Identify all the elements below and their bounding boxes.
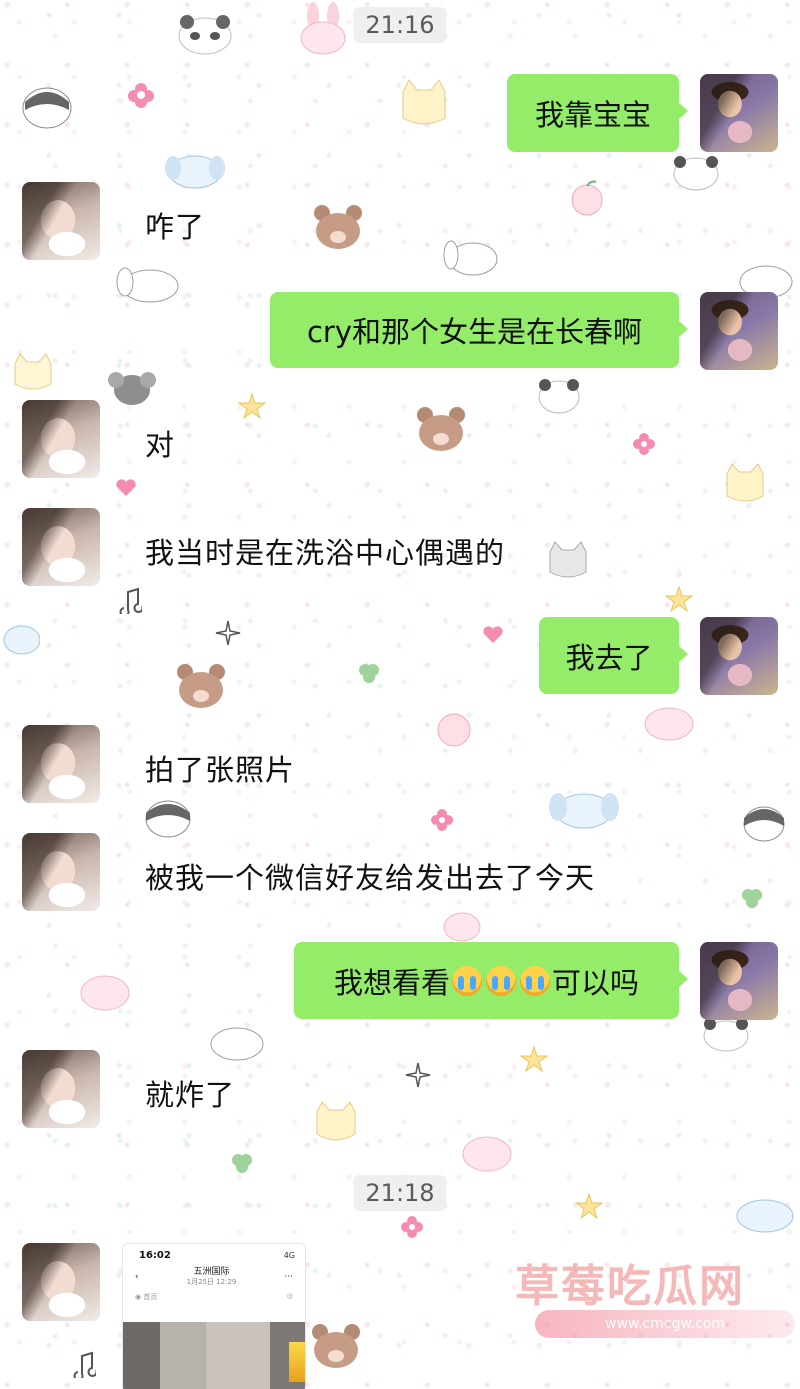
self-avatar[interactable] bbox=[700, 292, 778, 370]
flower-sticker-icon bbox=[128, 83, 154, 108]
message-bubble-self[interactable]: 我去了 bbox=[539, 617, 688, 694]
self-avatar[interactable] bbox=[700, 617, 778, 695]
music-note-icon bbox=[73, 1351, 96, 1378]
clover-sticker-icon bbox=[232, 1154, 252, 1173]
screenshot-network: 4G bbox=[283, 1251, 295, 1260]
self-avatar[interactable] bbox=[700, 942, 778, 1020]
bunny-sticker-icon bbox=[644, 707, 694, 741]
heart-sticker-icon bbox=[116, 479, 136, 496]
cat-sticker-icon bbox=[14, 353, 52, 390]
message-text: 我靠宝宝 bbox=[534, 98, 651, 132]
dog-sticker-icon bbox=[443, 240, 498, 276]
message-text[interactable]: 咋了 bbox=[145, 204, 205, 246]
clover-sticker-icon bbox=[742, 889, 762, 908]
bear-sticker-icon bbox=[177, 664, 225, 708]
bear-sticker-icon bbox=[417, 407, 465, 451]
sparkle-icon bbox=[215, 620, 241, 646]
screenshot-status-bar: 16:02 4G bbox=[123, 1244, 305, 1261]
apple-sticker-icon bbox=[437, 713, 471, 747]
penguin-sticker-icon bbox=[22, 87, 72, 129]
dog-sticker-icon bbox=[3, 625, 40, 655]
dog-sticker-icon bbox=[736, 1199, 794, 1233]
message-text: 可以吗 bbox=[552, 965, 640, 1000]
flower-sticker-icon bbox=[633, 433, 655, 455]
clover-sticker-icon bbox=[359, 664, 379, 683]
heart-sticker-icon bbox=[483, 626, 503, 643]
bunny-sticker-icon bbox=[300, 2, 346, 55]
timestamp: 21:18 bbox=[353, 1175, 447, 1211]
contact-avatar[interactable] bbox=[22, 182, 100, 260]
message-text[interactable]: 对 bbox=[145, 422, 175, 464]
flower-sticker-icon bbox=[401, 1216, 423, 1238]
penguin-sticker-icon bbox=[145, 800, 191, 838]
watermark-title: 草莓吃瓜网 bbox=[515, 1261, 745, 1312]
timestamp: 21:16 bbox=[353, 7, 447, 43]
message-bubble-self[interactable]: cry和那个女生是在长春啊 bbox=[270, 292, 688, 368]
sparkle-icon bbox=[405, 1062, 431, 1088]
contact-avatar[interactable] bbox=[22, 725, 100, 803]
flower-sticker-icon bbox=[431, 809, 453, 831]
contact-avatar[interactable] bbox=[22, 1050, 100, 1128]
message-bubble-self[interactable]: 我想看看 可以吗 bbox=[294, 942, 688, 1019]
bunny-sticker-icon bbox=[443, 912, 481, 942]
star-sticker-icon bbox=[665, 585, 693, 613]
screenshot-toolbar-left: ◉ 首页 bbox=[135, 1293, 158, 1302]
screenshot-toolbar-right: ◎ bbox=[286, 1292, 293, 1301]
cat-sticker-icon bbox=[549, 541, 587, 578]
bunny-sticker-icon bbox=[80, 975, 130, 1011]
penguin-sticker-icon bbox=[743, 806, 785, 842]
star-sticker-icon bbox=[520, 1045, 548, 1073]
message-text[interactable]: 我当时是在洗浴中心偶遇的 bbox=[145, 530, 505, 572]
message-text[interactable]: 拍了张照片 bbox=[145, 747, 295, 789]
contact-avatar[interactable] bbox=[22, 1243, 100, 1321]
panda-sticker-icon bbox=[538, 379, 580, 414]
watermark-url: www.cmcgw.com bbox=[535, 1310, 795, 1338]
message-text[interactable]: 就炸了 bbox=[145, 1072, 235, 1114]
dog-sticker-icon bbox=[165, 155, 225, 189]
screenshot-toolbar: ◉ 首页 ◎ bbox=[123, 1292, 305, 1302]
message-text[interactable]: 被我一个微信好友给发出去了今天 bbox=[145, 855, 595, 897]
screenshot-title: 五洲国际 bbox=[193, 1267, 230, 1277]
message-text: cry和那个女生是在长春啊 bbox=[306, 315, 643, 349]
message-text: 我想看看 bbox=[333, 965, 450, 1000]
dog-sticker-icon bbox=[210, 1027, 264, 1061]
dog-sticker-icon bbox=[116, 267, 179, 303]
dog-sticker-icon bbox=[549, 793, 619, 829]
loudly-crying-face-icon bbox=[452, 965, 482, 996]
bear-sticker-icon bbox=[314, 205, 362, 249]
self-avatar[interactable] bbox=[700, 74, 778, 152]
cat-sticker-icon bbox=[726, 463, 764, 502]
music-note-icon bbox=[119, 587, 142, 614]
image-message[interactable]: 16:02 4G ‹ 五洲国际 1月25日 12:29 ··· ◉ 首页 ◎ bbox=[122, 1243, 306, 1389]
back-icon: ‹ bbox=[135, 1271, 139, 1282]
screenshot-header: ‹ 五洲国际 1月25日 12:29 ··· bbox=[123, 1261, 305, 1292]
loudly-crying-face-icon bbox=[486, 965, 516, 996]
panda-sticker-icon bbox=[673, 156, 719, 191]
apple-sticker-icon bbox=[571, 180, 603, 216]
koala-sticker-icon bbox=[108, 372, 156, 405]
message-text: 我去了 bbox=[565, 640, 653, 675]
cat-sticker-icon bbox=[402, 79, 446, 125]
contact-avatar[interactable] bbox=[22, 833, 100, 911]
contact-avatar[interactable] bbox=[22, 508, 100, 586]
contact-avatar[interactable] bbox=[22, 400, 100, 478]
loudly-crying-face-icon bbox=[520, 965, 550, 996]
star-sticker-icon bbox=[575, 1192, 603, 1220]
more-icon: ··· bbox=[284, 1271, 293, 1282]
cat-sticker-icon bbox=[316, 1101, 356, 1141]
screenshot-time: 16:02 bbox=[139, 1250, 171, 1261]
bear-sticker-icon bbox=[312, 1324, 360, 1368]
bunny-sticker-icon bbox=[462, 1136, 512, 1172]
star-sticker-icon bbox=[238, 392, 266, 420]
message-bubble-self[interactable]: 我靠宝宝 bbox=[507, 74, 688, 152]
screenshot-photo bbox=[123, 1322, 305, 1389]
panda-sticker-icon bbox=[178, 15, 232, 55]
screenshot-subtitle: 1月25日 12:29 bbox=[186, 1277, 237, 1286]
